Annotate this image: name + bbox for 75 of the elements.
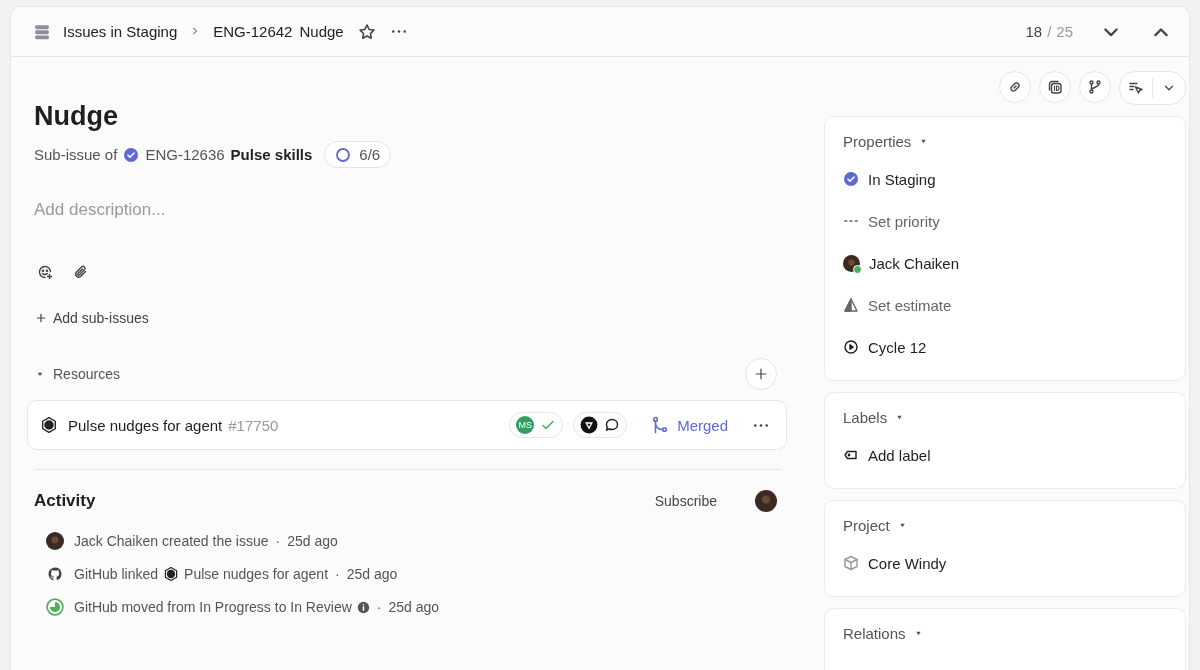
agent-split-button[interactable]: [1119, 71, 1186, 105]
property-item[interactable]: Jack Chaiken: [843, 244, 960, 282]
separator-dot: ·: [275, 533, 281, 549]
property-item[interactable]: Cycle 12: [843, 328, 927, 366]
pull-request-card[interactable]: Pulse nudges for agent #17750 MS Merged: [27, 400, 787, 450]
plus-icon: [754, 367, 768, 381]
copy-link-button[interactable]: [999, 71, 1031, 103]
merge-icon: [651, 416, 670, 434]
pull-request-title: Pulse nudges for agent: [68, 416, 223, 434]
more-icon: [754, 423, 768, 427]
avatar-icon: [46, 532, 64, 550]
progress-ring-icon: [335, 146, 352, 163]
issue-heading: Nudge: [34, 100, 118, 133]
subscriber-avatar: [755, 490, 777, 512]
reviewer-avatar: MS: [516, 416, 535, 434]
copy-id-icon: [1047, 79, 1063, 95]
info-icon: [356, 600, 370, 614]
property-item[interactable]: Core Windy: [843, 544, 947, 582]
activity-text: Jack Chaiken created the issue: [74, 533, 269, 549]
section-toggle[interactable]: Labels: [843, 409, 905, 426]
position-current: 18: [1025, 23, 1043, 40]
more-icon: [391, 30, 406, 33]
emoji-add-icon: [37, 264, 53, 280]
separator-dot: ·: [376, 599, 382, 615]
activity-time: 25d ago: [388, 599, 440, 615]
comment-icon: [604, 417, 621, 433]
parent-issue-id[interactable]: ENG-12636: [145, 146, 225, 163]
position-separator: /: [1047, 23, 1052, 40]
resources-toggle[interactable]: Resources: [35, 366, 120, 382]
issue-id: ENG-12642: [213, 23, 293, 40]
stack-icon: [33, 22, 51, 41]
list-cursor-icon: [1128, 80, 1144, 96]
cycle-icon: [843, 339, 859, 355]
status-done-icon: [123, 146, 140, 163]
link-icon: [1007, 79, 1023, 95]
position-total: 25: [1056, 23, 1073, 40]
sub-issue-label: Sub-issue of: [34, 146, 118, 163]
pull-request-icon: [40, 416, 58, 434]
github-icon: [47, 566, 63, 582]
activity-time: 25d ago: [287, 533, 338, 549]
branch-icon: [1087, 79, 1103, 95]
star-icon: [357, 22, 376, 41]
description-field[interactable]: Add description...: [34, 200, 534, 220]
pull-request-number: #17750: [228, 416, 279, 434]
parent-issue-title[interactable]: Pulse skills: [230, 146, 313, 163]
activity-time: 25d ago: [346, 566, 398, 582]
progress-badge[interactable]: 6/6: [324, 141, 392, 168]
pull-request-icon: [163, 566, 180, 582]
section-toggle[interactable]: Project: [843, 517, 907, 534]
subscribe-button[interactable]: Subscribe: [648, 492, 723, 510]
activity-text: GitHub moved from In Progress to In Review: [74, 599, 352, 615]
copy-id-button[interactable]: [1039, 71, 1071, 103]
merged-status[interactable]: Merged: [645, 415, 734, 435]
cube-icon: [843, 555, 859, 571]
paperclip-icon: [73, 264, 89, 280]
plus-icon: [35, 312, 47, 324]
status-done-icon: [843, 171, 859, 187]
in-review-icon: [46, 598, 64, 616]
activity-text: GitHub linked: [74, 566, 159, 582]
copy-branch-button[interactable]: [1079, 71, 1111, 103]
add-sub-issues-button[interactable]: Add sub-issues: [35, 310, 149, 326]
property-item[interactable]: Add label: [843, 436, 931, 474]
breadcrumb-link[interactable]: Issues in Staging: [63, 23, 178, 40]
pull-request-link[interactable]: Pulse nudges for agent: [163, 566, 329, 582]
activity-heading: Activity: [34, 491, 96, 511]
property-item[interactable]: In Staging: [843, 160, 936, 198]
section-toggle[interactable]: Properties: [843, 133, 929, 150]
property-item[interactable]: Set priority: [843, 202, 940, 240]
separator-dot: ·: [335, 566, 340, 582]
section-toggle[interactable]: Relations: [843, 625, 923, 642]
add-resource-button[interactable]: [745, 358, 777, 390]
triangle-icon: [843, 297, 859, 313]
property-item[interactable]: Set estimate: [843, 286, 952, 324]
issue-title: Nudge: [299, 23, 344, 40]
bot-avatar-icon: [580, 416, 599, 434]
